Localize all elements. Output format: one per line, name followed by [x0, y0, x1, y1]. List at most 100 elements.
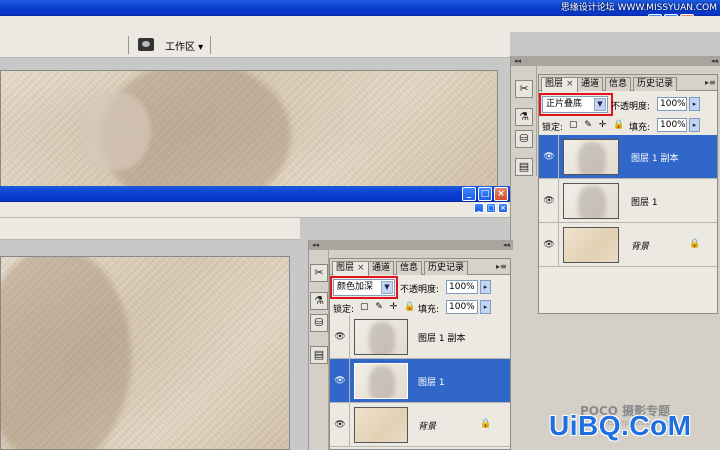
layers-panel-bottom: 图层 × 通道 信息 历史记录 ▸≡ 颜色加深 ▼ 不透明度: 100% ▸ 锁定…: [329, 258, 511, 450]
tool-column-bottom: ✂ ⚗ ⛁ ▤: [309, 250, 329, 450]
doc-close-button[interactable]: ×: [498, 203, 508, 213]
collapse-icon[interactable]: ◂◂: [711, 56, 718, 66]
maximize-button[interactable]: □: [478, 187, 492, 201]
tab-close-icon[interactable]: ×: [357, 263, 365, 273]
panel-menu-icon[interactable]: ▸≡: [705, 78, 716, 87]
doc-maximize-button[interactable]: □: [486, 203, 496, 213]
layer-row[interactable]: 👁 图层 1: [539, 179, 717, 223]
collapse-icon[interactable]: ◂◂: [312, 240, 319, 250]
layer-name: 图层 1: [418, 378, 445, 388]
row-divider: [558, 179, 559, 222]
opacity-input[interactable]: 100%: [657, 97, 687, 111]
scissors-icon[interactable]: ✂: [515, 80, 533, 98]
eye-icon[interactable]: 👁: [334, 420, 346, 430]
layer-name: 图层 1 副本: [418, 334, 466, 344]
lock-label: 锁定:: [333, 305, 355, 315]
opacity-input[interactable]: 100%: [446, 280, 478, 294]
document-subbar: _ □ ×: [0, 202, 510, 218]
dock-collapse-bar[interactable]: ◂◂ ◂◂: [511, 56, 720, 66]
layer-name: 背景: [418, 422, 437, 432]
tab-layers[interactable]: 图层 ×: [541, 77, 578, 92]
window-titlebar-second[interactable]: _ □ ×: [0, 186, 510, 202]
layer-list: 👁 图层 1 副本 👁 图层 1 👁 背景 🔒: [330, 315, 510, 450]
document-canvas-top[interactable]: [0, 70, 498, 188]
layer-row[interactable]: 👁 图层 1: [330, 359, 510, 403]
camera-icon[interactable]: [138, 38, 154, 51]
tab-layers[interactable]: 图层 ×: [332, 261, 369, 276]
tab-info[interactable]: 信息: [605, 77, 632, 91]
tool-column-top: ✂ ⚗ ⛁ ▤: [511, 66, 537, 176]
layer-thumbnail: [354, 363, 408, 399]
workspace-button[interactable]: 工作区 ▾: [165, 38, 203, 53]
thumbnail-figure: [578, 186, 606, 218]
layer-row[interactable]: 👁 图层 1 副本: [330, 315, 510, 359]
row-divider: [349, 315, 350, 358]
tab-channels[interactable]: 通道: [577, 77, 604, 91]
layer-row[interactable]: 👁 背景 🔒: [539, 223, 717, 267]
tab-history[interactable]: 历史记录: [633, 77, 678, 91]
eye-icon[interactable]: 👁: [334, 332, 346, 342]
close-button[interactable]: ×: [494, 187, 508, 201]
lock-options[interactable]: ▢ ✎ ✛ 🔒: [569, 120, 626, 130]
eye-icon[interactable]: 👁: [543, 152, 555, 162]
layer-thumbnail: [563, 139, 619, 175]
eye-icon[interactable]: 👁: [334, 376, 346, 386]
opacity-spin-arrow[interactable]: ▸: [480, 280, 491, 294]
dock-collapse-bar[interactable]: ◂◂ ◂◂: [309, 240, 513, 250]
eye-icon[interactable]: 👁: [543, 196, 555, 206]
opacity-label: 不透明度:: [400, 285, 440, 295]
lock-options[interactable]: ▢ ✎ ✛ 🔒: [360, 302, 417, 312]
fill-input[interactable]: 100%: [446, 300, 478, 314]
scissors-icon[interactable]: ✂: [310, 264, 328, 282]
eye-icon[interactable]: 👁: [543, 240, 555, 250]
lock-icon: 🔒: [689, 239, 701, 249]
highlight-box: [539, 93, 613, 116]
fill-label: 填充:: [418, 305, 440, 315]
panel-menu-icon[interactable]: ▸≡: [496, 262, 507, 271]
brush-icon[interactable]: ⚗: [310, 292, 328, 310]
document-canvas-bottom[interactable]: [0, 256, 290, 450]
layer-name: 图层 1 副本: [631, 154, 679, 164]
fill-spin-arrow[interactable]: ▸: [689, 118, 700, 132]
toolbar-separator: [128, 36, 129, 54]
fill-label: 填充:: [629, 123, 651, 133]
brush-icon[interactable]: ⚗: [515, 108, 533, 126]
layer-name: 背景: [631, 242, 650, 252]
panel-tabs: 图层 × 通道 信息 历史记录 ▸≡: [539, 75, 717, 92]
window-titlebar-top[interactable]: 思缘设计论坛 WWW.MISSYUAN.COM _ □ ×: [0, 0, 720, 28]
fill-input[interactable]: 100%: [657, 118, 687, 132]
hair-shape: [1, 257, 131, 449]
layer-row[interactable]: 👁 图层 1 副本: [539, 135, 717, 179]
panel-tabs: 图层 × 通道 信息 历史记录 ▸≡: [330, 259, 510, 276]
thumbnail-figure: [369, 366, 395, 398]
site-watermark: 思缘设计论坛 WWW.MISSYUAN.COM: [560, 3, 717, 13]
highlight-box: [330, 276, 398, 299]
layers-icon[interactable]: ▤: [310, 346, 328, 364]
canvas-margin: [0, 60, 510, 70]
layers-icon[interactable]: ▤: [515, 158, 533, 176]
tab-channels[interactable]: 通道: [368, 261, 395, 275]
layer-list: 👁 图层 1 副本 👁 图层 1 👁 背景 🔒: [539, 135, 717, 315]
collapse-icon[interactable]: ◂◂: [503, 240, 510, 250]
row-divider: [558, 135, 559, 178]
thumbnail-figure: [578, 142, 606, 174]
stamp-icon[interactable]: ⛁: [515, 130, 533, 148]
dock-bottom: ◂◂ ◂◂ ✂ ⚗ ⛁ ▤ 图层 × 通道 信息 历史记录 ▸≡ 颜色加深 ▼ 不…: [308, 240, 513, 450]
layer-thumbnail: [354, 407, 408, 443]
layer-row[interactable]: 👁 背景 🔒: [330, 403, 510, 447]
collapse-icon[interactable]: ◂◂: [514, 56, 521, 66]
lock-icon: 🔒: [480, 419, 492, 429]
tab-history[interactable]: 历史记录: [424, 261, 469, 275]
options-toolbar: 工作区 ▾: [0, 32, 510, 58]
doc-minimize-button[interactable]: _: [474, 203, 484, 213]
minimize-button[interactable]: _: [462, 187, 476, 201]
row-divider: [349, 403, 350, 446]
row-divider: [558, 223, 559, 266]
toolbar-separator: [210, 36, 211, 54]
stamp-icon[interactable]: ⛁: [310, 314, 328, 332]
tab-close-icon[interactable]: ×: [566, 79, 574, 89]
opacity-spin-arrow[interactable]: ▸: [689, 97, 700, 111]
tab-info[interactable]: 信息: [396, 261, 423, 275]
fill-spin-arrow[interactable]: ▸: [480, 300, 491, 314]
thumbnail-figure: [369, 322, 395, 354]
